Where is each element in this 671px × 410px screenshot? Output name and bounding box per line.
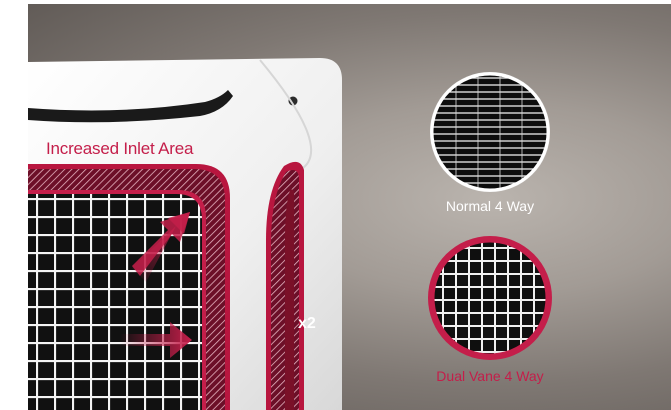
product-image: Increased Inlet Area x2 Normal 4 Way Dua…	[0, 0, 671, 410]
cassette-illustration	[28, 58, 552, 410]
normal-4-way-label: Normal 4 Way	[445, 198, 535, 214]
dual-vane-4-way-detail	[428, 236, 552, 360]
increased-inlet-area-label: Increased Inlet Area	[46, 139, 194, 158]
dual-vane-4-way-label: Dual Vane 4 Way	[436, 368, 544, 384]
normal-4-way-detail	[430, 72, 550, 192]
multiplier-label: x2	[298, 315, 316, 332]
